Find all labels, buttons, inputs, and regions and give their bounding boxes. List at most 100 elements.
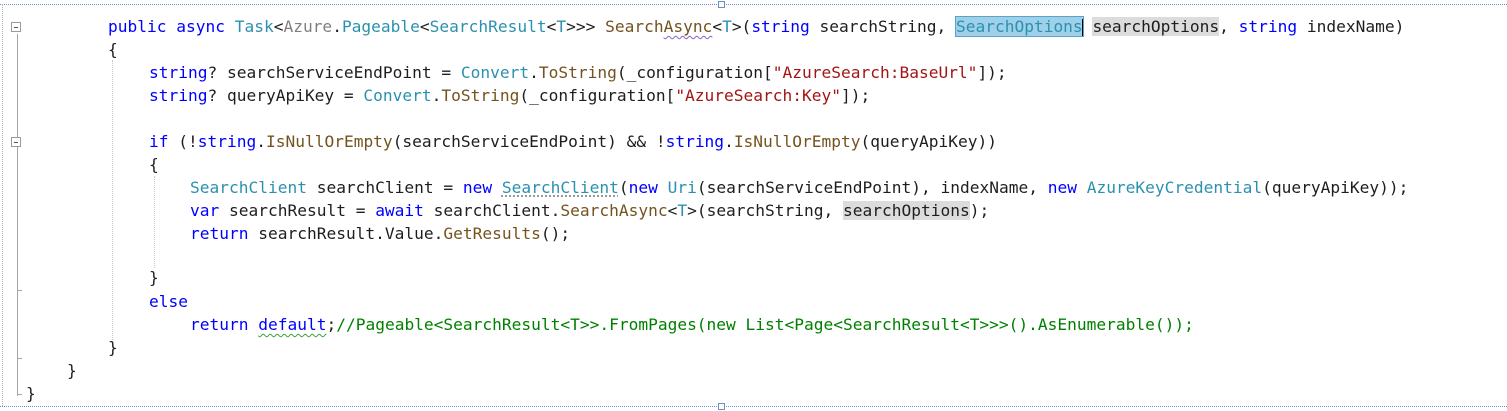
code-token: }	[149, 268, 159, 287]
editor-left-border	[2, 4, 3, 406]
code-token: );	[969, 201, 990, 220]
code-token: "AzureSearch:Key"	[675, 86, 841, 105]
outline-margin-line	[17, 34, 18, 396]
code-line[interactable]: {	[108, 38, 118, 61]
code-token: (	[618, 178, 629, 197]
code-token: (_configuration[	[519, 86, 676, 105]
outline-end-marker	[17, 290, 22, 291]
code-line[interactable]: if (!string.IsNullOrEmpty(searchServiceE…	[149, 130, 997, 153]
code-token: if	[149, 132, 169, 151]
code-token: <	[419, 17, 430, 36]
code-token: SearchClient	[501, 178, 619, 197]
outline-end-marker	[17, 394, 22, 395]
code-token: <	[712, 17, 723, 36]
code-token: "AzureSearch:BaseUrl"	[772, 63, 978, 82]
code-token: ,	[1219, 17, 1239, 36]
code-line[interactable]: return default;//Pageable<SearchResult<T…	[190, 313, 1194, 336]
code-token: Task	[234, 17, 274, 36]
code-token: .	[529, 63, 539, 82]
code-token: ]);	[977, 63, 1007, 82]
code-token: searchClient.	[423, 201, 561, 220]
code-token: string	[149, 63, 208, 82]
code-token: ]);	[841, 86, 871, 105]
code-token: .	[724, 132, 734, 151]
code-token: (searchServiceEndPoint), indexName,	[696, 178, 1048, 197]
code-token: searchOptions	[843, 201, 970, 220]
code-token: public	[108, 17, 167, 36]
code-token: >>>	[566, 17, 606, 36]
code-token: .	[431, 86, 442, 105]
indent-guide	[112, 60, 113, 342]
code-token: string	[197, 132, 257, 151]
code-line[interactable]: string? queryApiKey = Convert.ToString(_…	[149, 84, 870, 107]
code-token: (queryApiKey));	[1262, 178, 1409, 197]
code-token: .	[256, 132, 266, 151]
code-token: (queryApiKey))	[860, 132, 997, 151]
code-token: string	[751, 17, 810, 36]
indent-guide	[154, 176, 155, 268]
code-token: default	[258, 315, 327, 334]
code-token: IsNullOrEmpty	[733, 132, 861, 151]
code-line[interactable]: }	[149, 266, 159, 289]
code-line[interactable]: string? searchServiceEndPoint = Convert.…	[149, 61, 1007, 84]
code-token: //Pageable<SearchResult<T>>.FromPages(ne…	[336, 315, 1194, 334]
code-token: ? queryApiKey =	[207, 86, 364, 105]
code-token: ? searchServiceEndPoint =	[207, 63, 461, 82]
code-token: .	[332, 17, 342, 36]
code-token: await	[375, 201, 424, 220]
selection-frame-bottom	[0, 406, 1507, 407]
code-line[interactable]: SearchClient searchClient = new SearchCl…	[190, 176, 1408, 199]
code-token: SearchOptions	[954, 16, 1084, 37]
code-line[interactable]: }	[26, 382, 36, 405]
code-token: searchResult =	[219, 201, 376, 220]
code-token: searchResult.Value.	[248, 224, 444, 243]
resize-handle-top[interactable]	[718, 1, 725, 8]
code-token: var	[190, 201, 220, 220]
code-token: Uri	[667, 178, 697, 197]
code-token: ToString	[538, 63, 617, 82]
code-token: return	[190, 224, 249, 243]
code-token: Azure	[283, 17, 333, 36]
code-token: string	[149, 86, 208, 105]
code-token: Convert	[460, 63, 530, 82]
code-editor[interactable]: public async Task<Azure.Pageable<SearchR…	[0, 0, 1507, 411]
code-token: }	[108, 338, 118, 357]
code-token: new	[628, 178, 658, 197]
code-token: return	[190, 315, 249, 334]
resize-handle-bottom[interactable]	[718, 403, 725, 410]
code-line[interactable]: }	[67, 359, 77, 382]
code-token: AzureKeyCredential	[1086, 178, 1263, 197]
code-token: SearchAsync	[560, 201, 668, 220]
code-token: >(searchString,	[687, 201, 844, 220]
code-token: {	[149, 155, 159, 174]
code-line[interactable]: return searchResult.Value.GetResults();	[190, 222, 570, 245]
code-token: ToString	[441, 86, 520, 105]
code-token: string	[1238, 17, 1298, 36]
code-token: SearchClient	[190, 178, 307, 197]
code-token: <	[546, 17, 557, 36]
collapse-if-block-icon[interactable]	[11, 137, 21, 147]
code-token: new	[1047, 178, 1077, 197]
collapse-method-icon[interactable]	[11, 22, 21, 32]
code-line[interactable]: }	[108, 336, 118, 359]
code-token: async	[176, 17, 225, 36]
code-token: }	[26, 384, 36, 403]
code-token: Search	[605, 17, 664, 36]
code-token: {	[108, 40, 118, 59]
outline-end-marker	[17, 358, 22, 359]
code-token: (searchServiceEndPoint) && !	[392, 132, 666, 151]
code-token: IsNullOrEmpty	[265, 132, 393, 151]
code-token: <	[667, 201, 678, 220]
code-token: searchOptions	[1092, 17, 1220, 36]
code-line[interactable]: {	[149, 153, 159, 176]
code-line[interactable]: else	[149, 290, 188, 313]
code-line[interactable]: public async Task<Azure.Pageable<SearchR…	[108, 15, 1404, 38]
code-token: GetResults	[443, 224, 541, 243]
code-token: >(	[731, 17, 752, 36]
code-line[interactable]: var searchResult = await searchClient.Se…	[190, 199, 989, 222]
